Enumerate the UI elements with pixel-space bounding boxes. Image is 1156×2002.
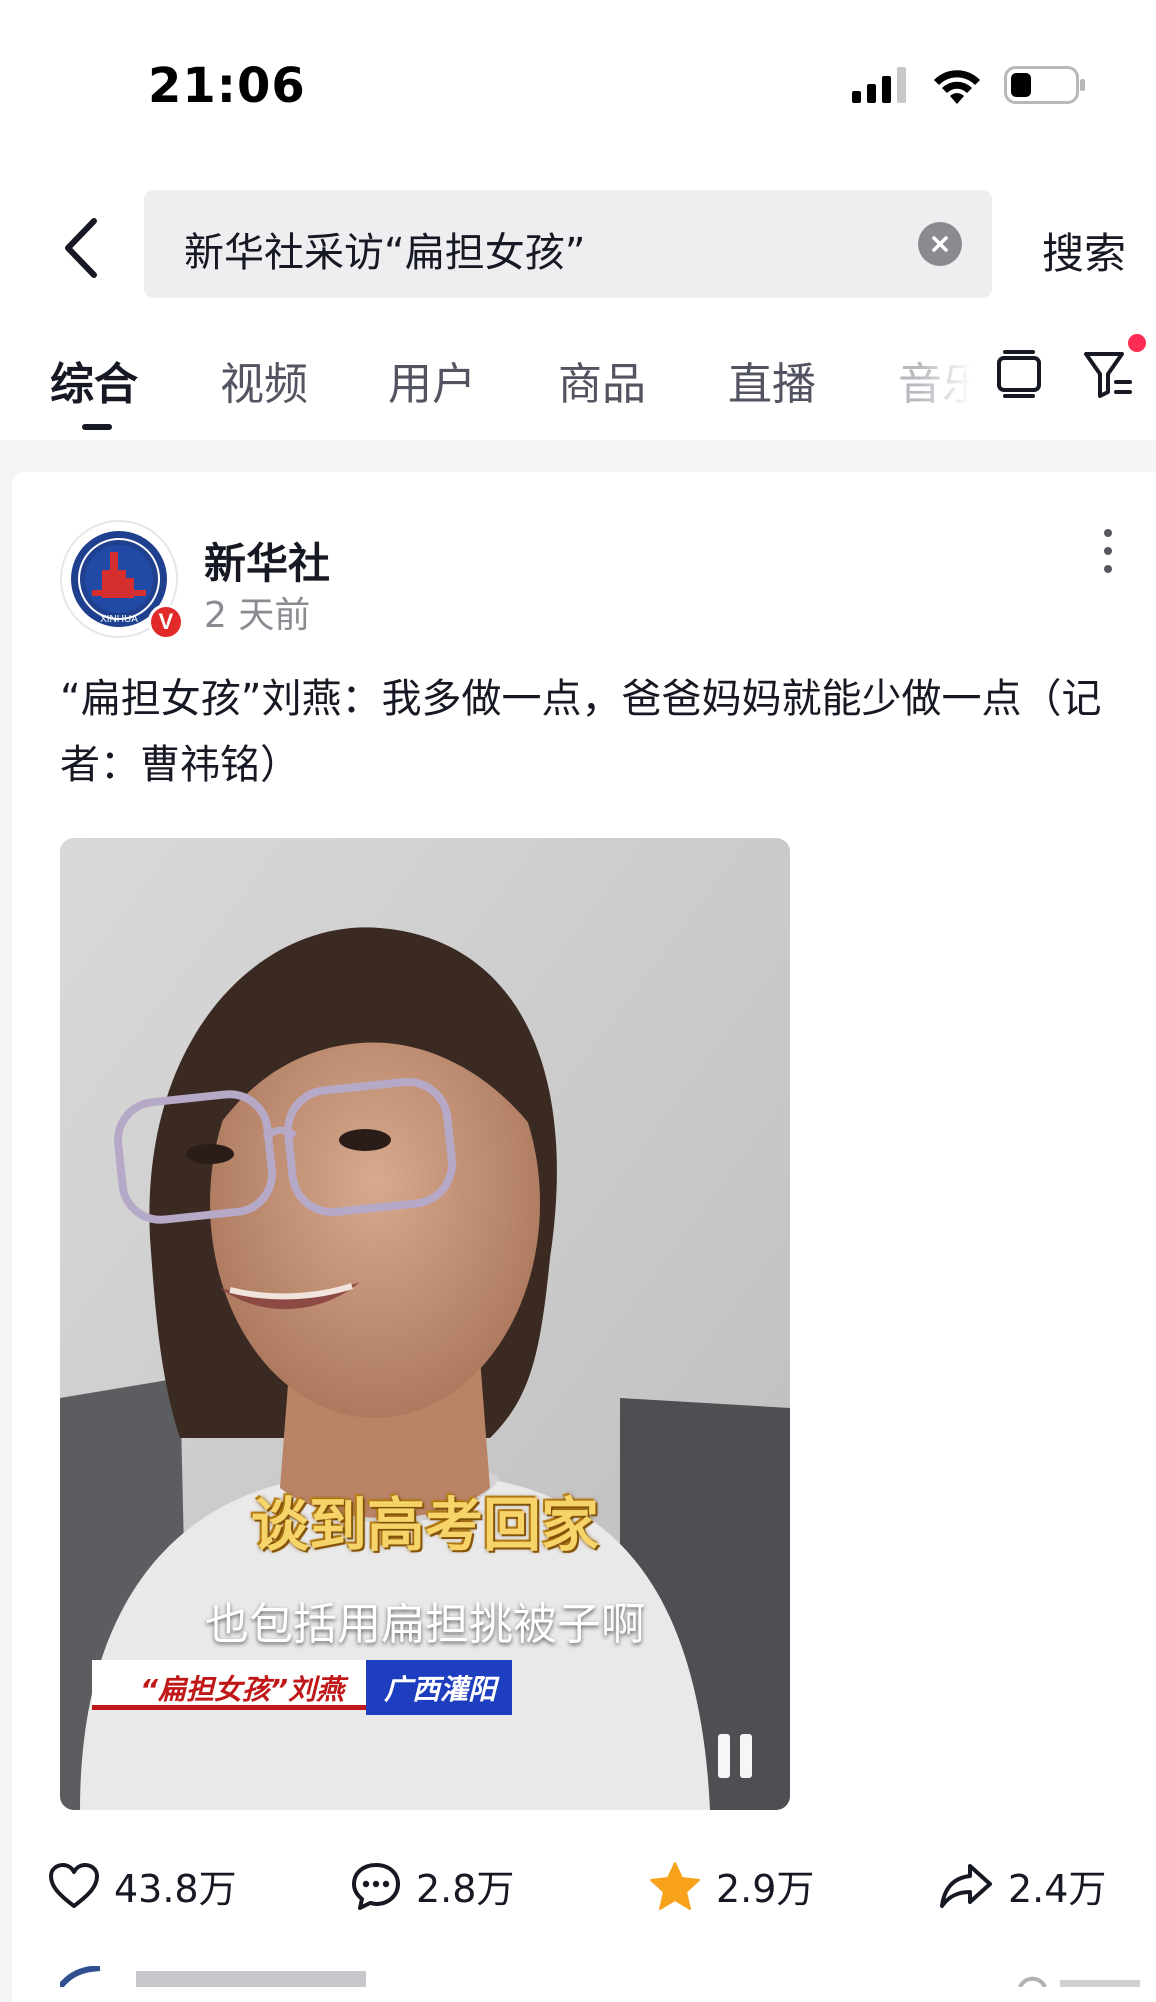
- pause-icon: [718, 1734, 730, 1778]
- pause-icon-bar: [740, 1734, 752, 1778]
- tab-comprehensive[interactable]: 综合: [50, 348, 138, 412]
- star-icon: [650, 1861, 700, 1910]
- logo-text: XINHUA: [100, 614, 138, 625]
- video-caption-sub: 也包括用扁担挑被子啊: [205, 1599, 645, 1650]
- search-button[interactable]: 搜索: [1042, 220, 1126, 281]
- wifi-icon: [934, 70, 980, 104]
- like-count: 43.8万: [114, 1867, 237, 1911]
- status-icons: [852, 66, 1086, 104]
- search-header: 新华社采访“扁担女孩” 搜索: [0, 170, 1156, 310]
- search-result-card[interactable]: XINHUA V 新华社 2 天前 “扁担女孩”刘燕：我多做一点，爸爸妈妈就能少…: [12, 472, 1156, 2002]
- search-tabs: 综合 视频 用户 商品 直播 音乐: [0, 310, 1156, 440]
- pause-button[interactable]: [718, 1734, 758, 1778]
- like-button[interactable]: 43.8万: [48, 1858, 237, 1913]
- author-avatar[interactable]: XINHUA V: [60, 520, 184, 640]
- more-options-icon[interactable]: [1098, 526, 1118, 576]
- favorite-button[interactable]: 2.9万: [648, 1858, 814, 1913]
- post-time: 2 天前: [204, 595, 311, 636]
- cellular-signal-icon: [852, 67, 906, 103]
- video-caption-main: 谈到高考回家: [250, 1491, 599, 1559]
- tab-live[interactable]: 直播: [728, 348, 816, 412]
- clear-search-button[interactable]: [918, 222, 962, 266]
- active-tab-indicator: [82, 424, 112, 430]
- search-query-text[interactable]: 新华社采访“扁担女孩”: [184, 220, 585, 278]
- share-button[interactable]: 2.4万: [938, 1858, 1106, 1913]
- lower-third-name: “扁担女孩”刘燕: [92, 1660, 367, 1710]
- verified-badge-icon: V: [148, 604, 184, 640]
- comment-count: 2.8万: [416, 1867, 515, 1911]
- search-input[interactable]: 新华社采访“扁担女孩”: [144, 190, 992, 298]
- filter-notification-dot: [1128, 334, 1146, 352]
- status-bar: 21:06: [0, 0, 1156, 170]
- comment-icon: [352, 1862, 400, 1910]
- tab-users[interactable]: 用户: [388, 348, 476, 412]
- author-name[interactable]: 新华社: [204, 530, 330, 591]
- heart-icon: [49, 1862, 99, 1908]
- share-icon: [940, 1863, 992, 1908]
- lower-third-place: 广西灌阳: [366, 1660, 513, 1715]
- action-row: 43.8万 2.8万 2.9万 2.4万: [12, 1858, 1156, 1928]
- chevron-left-icon: [65, 218, 97, 278]
- filter-icon[interactable]: [1082, 348, 1134, 400]
- battery-icon: [1004, 66, 1085, 104]
- favorite-count: 2.9万: [716, 1867, 815, 1911]
- comment-button[interactable]: 2.8万: [350, 1858, 514, 1913]
- tab-music[interactable]: 音乐: [898, 348, 972, 412]
- close-icon: [932, 236, 948, 252]
- video-player[interactable]: 谈到高考回家 也包括用扁担挑被子啊 “扁担女孩”刘燕 广西灌阳: [60, 838, 790, 1810]
- post-title[interactable]: “扁担女孩”刘燕：我多做一点，爸爸妈妈就能少做一点（记者：曹祎铭）: [60, 666, 1120, 798]
- back-button[interactable]: [50, 210, 110, 286]
- tab-products[interactable]: 商品: [558, 348, 646, 412]
- tab-videos[interactable]: 视频: [220, 348, 308, 412]
- status-time: 21:06: [148, 58, 306, 114]
- next-result-preview: [60, 1966, 1140, 1987]
- layout-switch-icon[interactable]: [996, 348, 1042, 400]
- video-lower-third: “扁担女孩”刘燕 广西灌阳: [92, 1660, 513, 1715]
- share-count: 2.4万: [1008, 1867, 1107, 1911]
